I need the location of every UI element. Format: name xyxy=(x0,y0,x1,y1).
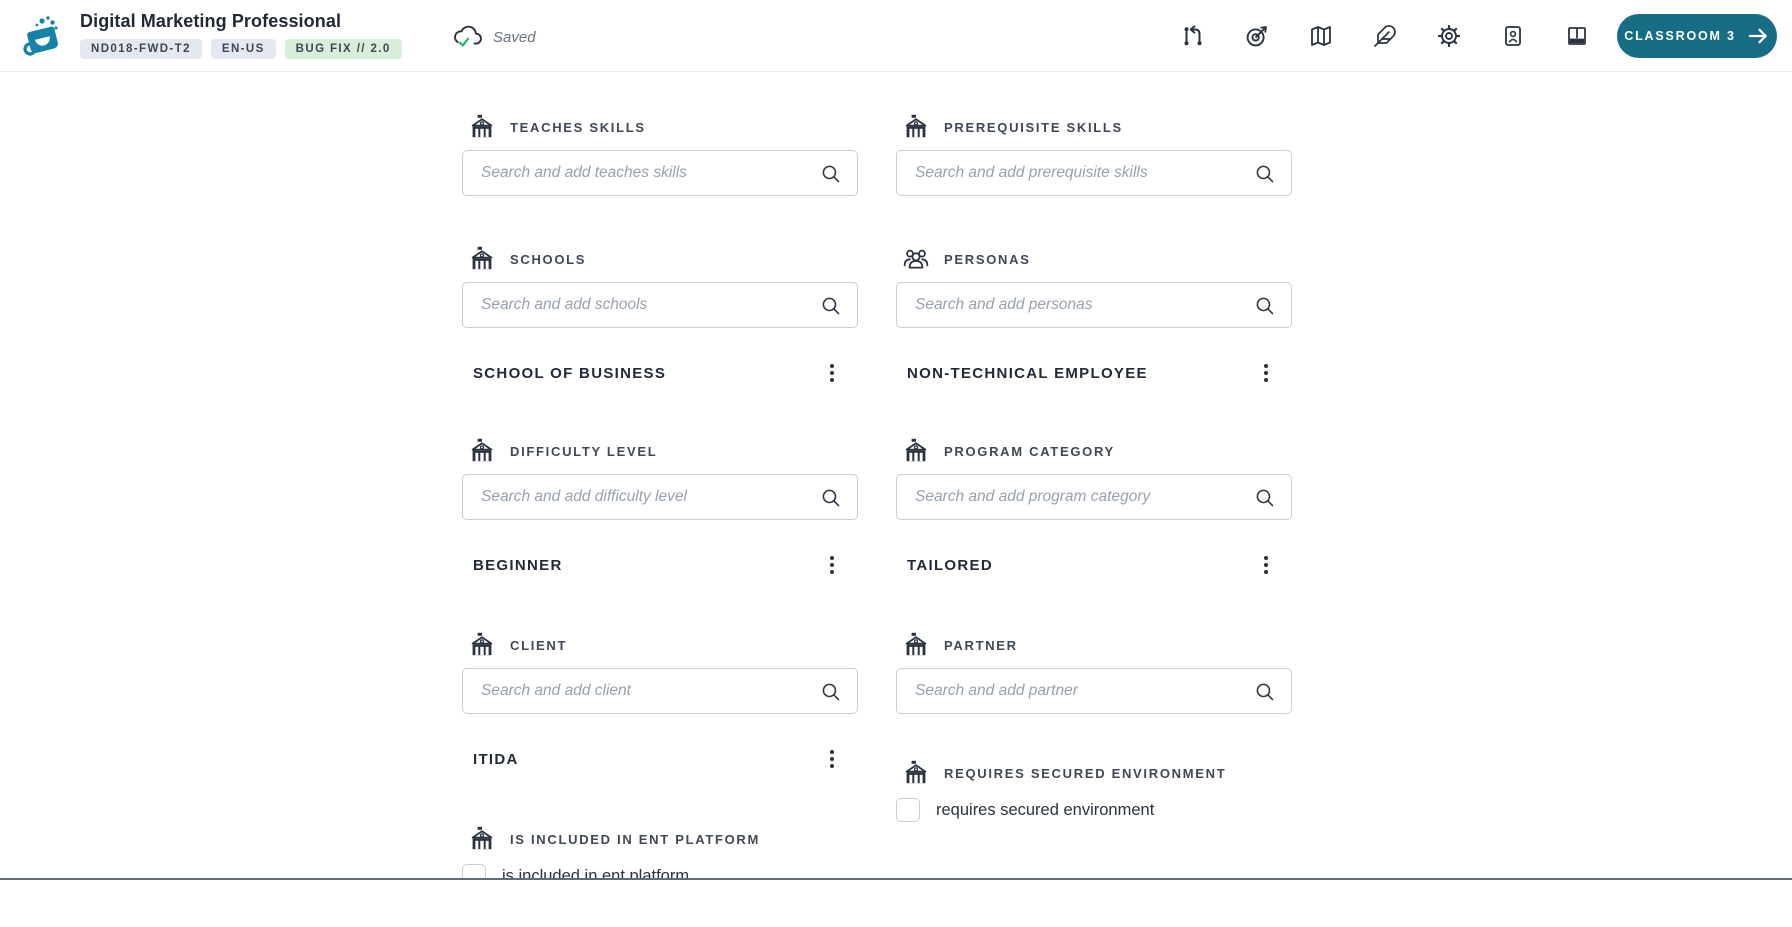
section-difficulty-level: DIFFICULTY LEVEL BEGINNER xyxy=(462,436,858,578)
item-menu-button[interactable] xyxy=(1254,361,1278,385)
gear-icon xyxy=(1437,24,1461,48)
classroom-button-label: CLASSROOM 3 xyxy=(1624,29,1736,43)
kebab-icon xyxy=(1254,361,1278,385)
section-label: SCHOOLS xyxy=(510,251,587,267)
form-left-column: TEACHES SKILLS SCHOOLS SCHOOL OF BUSINES… xyxy=(462,112,858,888)
classroom-button[interactable]: CLASSROOM 3 xyxy=(1617,14,1777,58)
save-status: Saved xyxy=(451,22,536,52)
section-teaches-skills: TEACHES SKILLS xyxy=(462,112,858,196)
save-status-label: Saved xyxy=(493,28,536,46)
school-icon xyxy=(468,113,496,141)
metadata-form: TEACHES SKILLS SCHOOLS SCHOOL OF BUSINES… xyxy=(462,112,1294,888)
selected-item-label: SCHOOL OF BUSINESS xyxy=(473,364,667,382)
header-toolbar xyxy=(1173,16,1597,56)
school-icon xyxy=(902,631,930,659)
badge-row: ND018-FWD-T2 EN-US BUG FIX // 2.0 xyxy=(80,39,402,59)
selected-item: SCHOOL OF BUSINESS xyxy=(462,360,858,386)
locale-badge: EN-US xyxy=(210,39,276,59)
panels-button[interactable] xyxy=(1557,16,1597,56)
schools-search-input[interactable] xyxy=(463,283,857,327)
section-schools: SCHOOLS SCHOOL OF BUSINESS xyxy=(462,244,858,386)
selected-item: ITIDA xyxy=(462,746,858,772)
requires-secured-environment-checkbox[interactable] xyxy=(896,798,920,822)
selected-item-label: TAILORED xyxy=(907,556,993,574)
section-label: CLIENT xyxy=(510,637,568,653)
bottom-panel-edge xyxy=(0,878,1792,927)
school-icon xyxy=(468,437,496,465)
checkbox-label: requires secured environment xyxy=(936,800,1155,819)
git-compare-button[interactable] xyxy=(1173,16,1213,56)
selected-item: TAILORED xyxy=(896,552,1292,578)
teaches-skills-search-input[interactable] xyxy=(463,151,857,195)
panels-icon xyxy=(1565,24,1589,48)
id-card-icon xyxy=(1501,24,1525,48)
section-partner: PARTNER xyxy=(896,630,1292,714)
selected-item: NON-TECHNICAL EMPLOYEE xyxy=(896,360,1292,386)
page-title: Digital Marketing Professional xyxy=(80,11,342,31)
prerequisite-skills-search-input[interactable] xyxy=(897,151,1291,195)
target-icon xyxy=(1245,24,1269,48)
school-icon xyxy=(902,113,930,141)
selected-item-label: BEGINNER xyxy=(473,556,563,574)
selected-item-label: NON-TECHNICAL EMPLOYEE xyxy=(907,364,1148,382)
personas-icon xyxy=(902,245,930,273)
map-icon xyxy=(1309,24,1333,48)
item-menu-button[interactable] xyxy=(820,361,844,385)
feather-button[interactable] xyxy=(1365,16,1405,56)
item-menu-button[interactable] xyxy=(820,747,844,771)
selected-item-label: ITIDA xyxy=(473,750,519,768)
title-block: Digital Marketing Professional ND018-FWD… xyxy=(80,11,402,59)
school-icon xyxy=(902,759,930,787)
school-icon xyxy=(902,437,930,465)
section-label: PERSONAS xyxy=(944,251,1031,267)
difficulty-level-search-input[interactable] xyxy=(463,475,857,519)
section-client: CLIENT ITIDA xyxy=(462,630,858,772)
kebab-icon xyxy=(1254,553,1278,577)
settings-button[interactable] xyxy=(1429,16,1469,56)
id-card-button[interactable] xyxy=(1493,16,1533,56)
partner-search-input[interactable] xyxy=(897,669,1291,713)
kebab-icon xyxy=(820,747,844,771)
program-category-search-input[interactable] xyxy=(897,475,1291,519)
kebab-icon xyxy=(820,553,844,577)
section-personas: PERSONAS NON-TECHNICAL EMPLOYEE xyxy=(896,244,1292,386)
section-label: DIFFICULTY LEVEL xyxy=(510,443,658,459)
app-logo-icon[interactable] xyxy=(22,13,64,59)
feather-icon xyxy=(1373,24,1397,48)
map-button[interactable] xyxy=(1301,16,1341,56)
section-label: PARTNER xyxy=(944,637,1018,653)
section-program-category: PROGRAM CATEGORY TAILORED xyxy=(896,436,1292,578)
target-button[interactable] xyxy=(1237,16,1277,56)
item-menu-button[interactable] xyxy=(820,553,844,577)
form-right-column: PREREQUISITE SKILLS PERSONAS NON-TECHNIC… xyxy=(896,112,1292,888)
section-label: PREREQUISITE SKILLS xyxy=(944,119,1123,135)
section-requires-secured-environment: REQUIRES SECURED ENVIRONMENT requires se… xyxy=(896,758,1292,822)
section-label: REQUIRES SECURED ENVIRONMENT xyxy=(944,765,1227,781)
school-icon xyxy=(468,631,496,659)
section-prerequisite-skills: PREREQUISITE SKILLS xyxy=(896,112,1292,196)
school-icon xyxy=(468,825,496,853)
version-badge: BUG FIX // 2.0 xyxy=(284,39,402,59)
app-header: Digital Marketing Professional ND018-FWD… xyxy=(0,0,1792,72)
kebab-icon xyxy=(820,361,844,385)
item-menu-button[interactable] xyxy=(1254,553,1278,577)
arrow-right-icon xyxy=(1746,24,1770,48)
personas-search-input[interactable] xyxy=(897,283,1291,327)
section-label: PROGRAM CATEGORY xyxy=(944,443,1115,459)
selected-item: BEGINNER xyxy=(462,552,858,578)
section-label: IS INCLUDED IN ENT PLATFORM xyxy=(510,831,761,847)
client-search-input[interactable] xyxy=(463,669,857,713)
git-compare-icon xyxy=(1181,24,1205,48)
cloud-check-icon xyxy=(451,24,483,51)
course-code-badge: ND018-FWD-T2 xyxy=(80,39,202,59)
school-icon xyxy=(468,245,496,273)
section-label: TEACHES SKILLS xyxy=(510,119,646,135)
